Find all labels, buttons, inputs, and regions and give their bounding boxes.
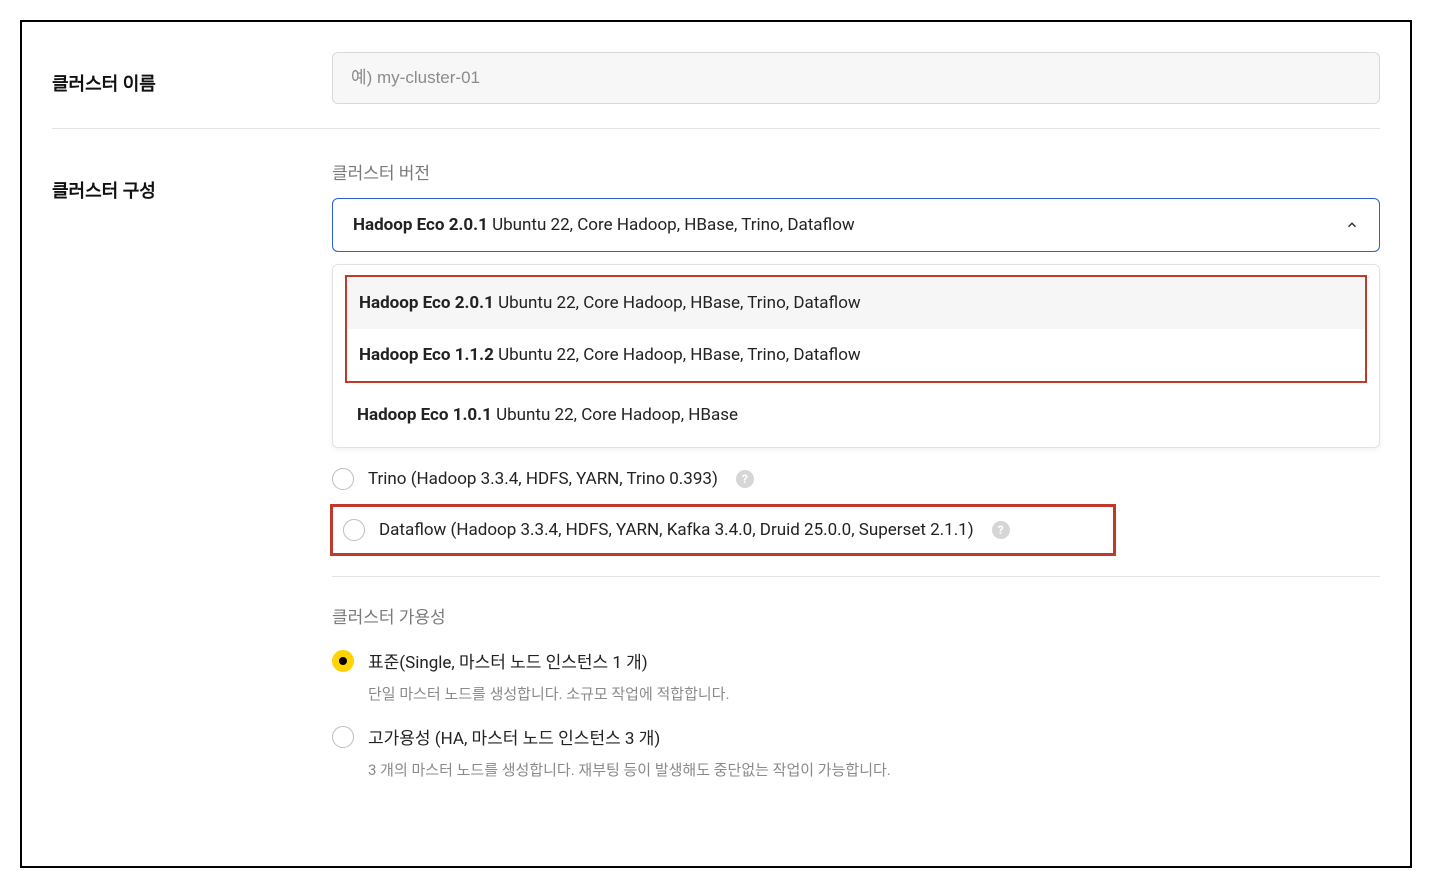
help-icon[interactable]: ?: [992, 521, 1010, 539]
dropdown-highlight-box: Hadoop Eco 2.0.1 Ubuntu 22, Core Hadoop,…: [345, 275, 1367, 383]
cluster-name-row: 클러스터 이름: [52, 52, 1380, 129]
availability-ha-label: 고가용성 (HA, 마스터 노드 인스턴스 3 개): [368, 724, 660, 749]
cluster-version-sublabel: 클러스터 버전: [332, 159, 1380, 184]
dropdown-option-2[interactable]: Hadoop Eco 1.0.1 Ubuntu 22, Core Hadoop,…: [333, 389, 1379, 441]
dropdown-option-0-rest: Ubuntu 22, Core Hadoop, HBase, Trino, Da…: [494, 293, 861, 313]
cluster-version-selected: Hadoop Eco 2.0.1 Ubuntu 22, Core Hadoop,…: [353, 215, 855, 235]
cluster-type-dataflow[interactable]: Dataflow (Hadoop 3.3.4, HDFS, YARN, Kafk…: [330, 504, 1116, 556]
cluster-version-selected-bold: Hadoop Eco 2.0.1: [353, 215, 488, 235]
dropdown-option-0-bold: Hadoop Eco 2.0.1: [359, 293, 494, 313]
availability-standard-desc: 단일 마스터 노드를 생성합니다. 소규모 작업에 적합합니다.: [368, 683, 1380, 704]
dropdown-option-2-bold: Hadoop Eco 1.0.1: [357, 405, 492, 425]
radio-icon: [343, 519, 365, 541]
cluster-version-dropdown[interactable]: Hadoop Eco 2.0.1 Ubuntu 22, Core Hadoop,…: [332, 198, 1380, 252]
availability-ha[interactable]: 고가용성 (HA, 마스터 노드 인스턴스 3 개): [332, 718, 1380, 755]
availability-ha-desc: 3 개의 마스터 노드를 생성합니다. 재부팅 등이 발생해도 중단없는 작업이…: [368, 759, 1380, 780]
cluster-name-label: 클러스터 이름: [52, 52, 332, 96]
cluster-type-trino-label: Trino (Hadoop 3.3.4, HDFS, YARN, Trino 0…: [368, 469, 718, 489]
availability-standard-label: 표준(Single, 마스터 노드 인스턴스 1 개): [368, 648, 648, 673]
cluster-config-row: 클러스터 구성 클러스터 버전 Hadoop Eco 2.0.1 Ubuntu …: [52, 159, 1380, 818]
cluster-config-label: 클러스터 구성: [52, 159, 332, 203]
cluster-type-trino[interactable]: Trino (Hadoop 3.3.4, HDFS, YARN, Trino 0…: [332, 462, 1380, 496]
dropdown-option-1[interactable]: Hadoop Eco 1.1.2 Ubuntu 22, Core Hadoop,…: [347, 329, 1365, 381]
cluster-type-dataflow-label: Dataflow (Hadoop 3.3.4, HDFS, YARN, Kafk…: [379, 520, 974, 540]
availability-standard[interactable]: 표준(Single, 마스터 노드 인스턴스 1 개): [332, 642, 1380, 679]
cluster-name-content: [332, 52, 1380, 104]
cluster-name-input[interactable]: [332, 52, 1380, 104]
help-icon[interactable]: ?: [736, 470, 754, 488]
dropdown-option-1-bold: Hadoop Eco 1.1.2: [359, 345, 494, 365]
radio-icon: [332, 468, 354, 490]
dropdown-option-1-rest: Ubuntu 22, Core Hadoop, HBase, Trino, Da…: [494, 345, 861, 365]
cluster-availability-sublabel: 클러스터 가용성: [332, 603, 1380, 628]
dropdown-option-0[interactable]: Hadoop Eco 2.0.1 Ubuntu 22, Core Hadoop,…: [347, 277, 1365, 329]
cluster-version-selected-rest: Ubuntu 22, Core Hadoop, HBase, Trino, Da…: [488, 215, 855, 235]
radio-selected-icon: [332, 650, 354, 672]
form-container: 클러스터 이름 클러스터 구성 클러스터 버전 Hadoop Eco 2.0.1…: [20, 20, 1412, 868]
radio-icon: [332, 726, 354, 748]
divider: [332, 576, 1380, 577]
cluster-version-dropdown-panel: Hadoop Eco 2.0.1 Ubuntu 22, Core Hadoop,…: [332, 264, 1380, 448]
dropdown-option-2-rest: Ubuntu 22, Core Hadoop, HBase: [492, 405, 738, 425]
chevron-up-icon: [1345, 218, 1359, 232]
cluster-config-content: 클러스터 버전 Hadoop Eco 2.0.1 Ubuntu 22, Core…: [332, 159, 1380, 794]
